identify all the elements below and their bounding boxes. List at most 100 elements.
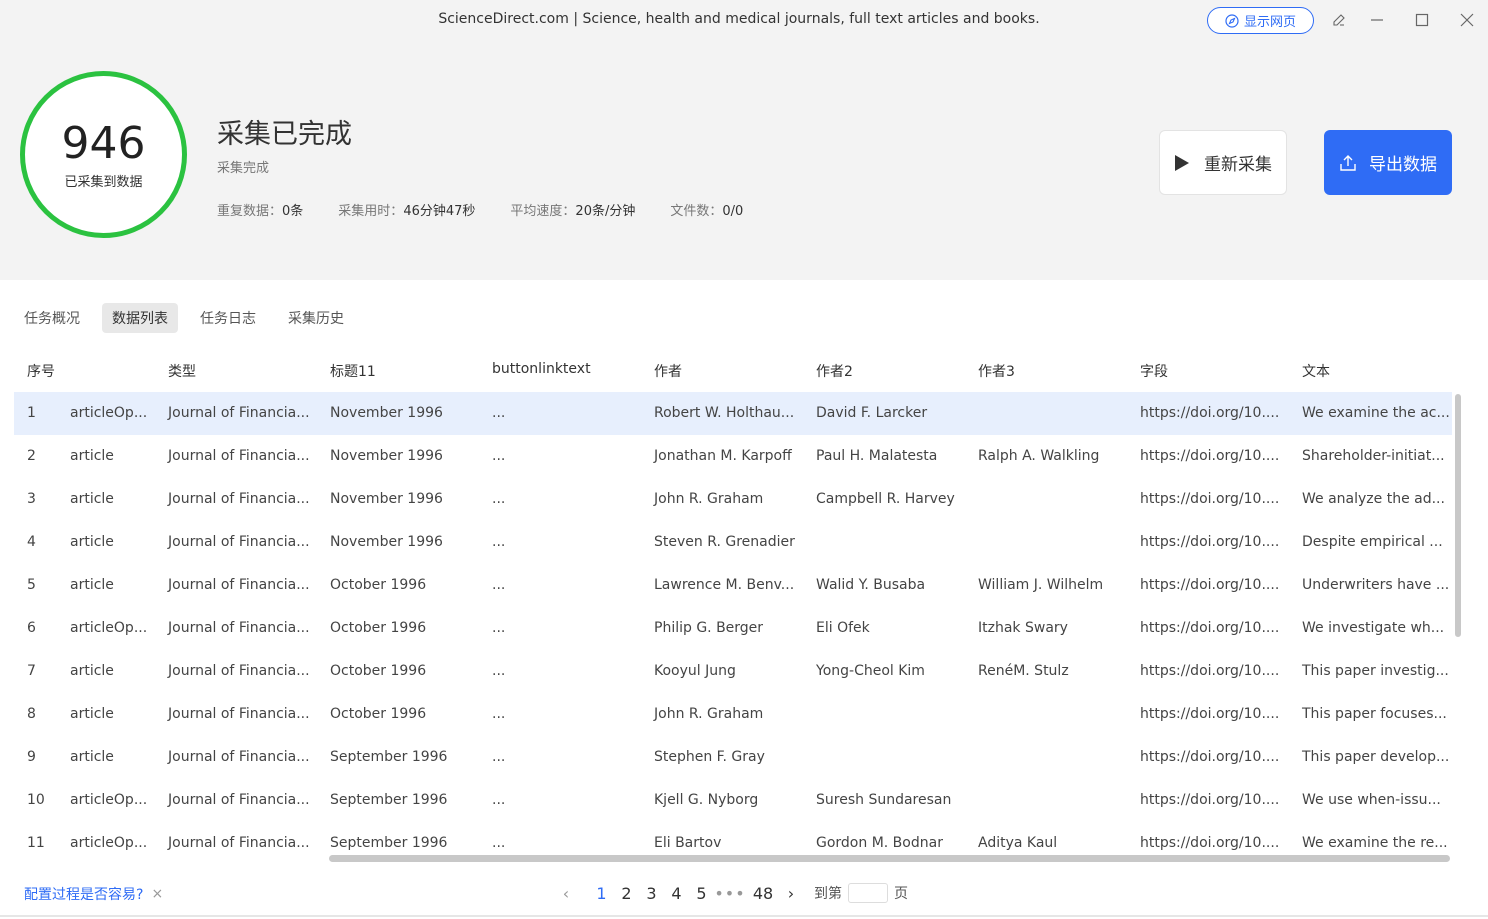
cell-type: articleOp...: [70, 792, 148, 808]
cell-journal: Journal of Financia...: [168, 835, 310, 851]
prev-page-button[interactable]: ‹: [555, 884, 577, 903]
cell-date: September 1996: [330, 749, 448, 765]
cell-text: We use when-issu...: [1302, 792, 1441, 808]
cell-text: We examine the ac...: [1302, 405, 1450, 421]
table-row[interactable]: 7 article Journal of Financia... October 19…: [14, 650, 1452, 693]
cell-text: Underwriters have ...: [1302, 577, 1450, 593]
cell-index: 2: [27, 448, 36, 464]
cell-field: https://doi.org/10....: [1140, 620, 1280, 636]
page-2[interactable]: 2: [614, 884, 639, 903]
page-1[interactable]: 1: [589, 884, 614, 903]
restart-button[interactable]: 重新采集: [1159, 130, 1287, 195]
show-web-button[interactable]: 显示网页: [1207, 7, 1314, 34]
cell-index: 9: [27, 749, 36, 765]
cell-type: article: [70, 706, 114, 722]
header-title11[interactable]: 标题11: [330, 361, 376, 381]
goto-page-input[interactable]: [848, 883, 888, 903]
page-5[interactable]: 5: [689, 884, 714, 903]
tab-data-list[interactable]: 数据列表: [102, 303, 178, 333]
cell-author: Jonathan M. Karpoff: [654, 448, 792, 464]
cell-journal: Journal of Financia...: [168, 663, 310, 679]
pagination: ‹ 1 2 3 4 5 ••• 48 › 到第 页: [555, 882, 908, 904]
page-4[interactable]: 4: [664, 884, 689, 903]
cell-buttonlinktext: ...: [492, 448, 506, 464]
cell-type: article: [70, 534, 114, 550]
edit-icon[interactable]: [1329, 10, 1349, 30]
cell-index: 1: [27, 405, 36, 421]
table-row[interactable]: 9 article Journal of Financia... September …: [14, 736, 1452, 779]
cell-journal: Journal of Financia...: [168, 706, 310, 722]
stat-duration: 采集用时：46分钟47秒: [338, 204, 476, 219]
cell-buttonlinktext: ...: [492, 835, 506, 851]
header-type[interactable]: 类型: [168, 361, 196, 381]
cell-author2: Gordon M. Bodnar: [816, 835, 943, 851]
upload-icon: [1340, 154, 1356, 171]
feedback-close-icon[interactable]: ×: [151, 886, 163, 902]
cell-date: October 1996: [330, 706, 427, 722]
header-author[interactable]: 作者: [654, 361, 682, 381]
table-row[interactable]: 1 articleOp... Journal of Financia... Novem…: [14, 392, 1452, 435]
table-row[interactable]: 4 article Journal of Financia... November 1…: [14, 521, 1452, 564]
vertical-scrollbar[interactable]: [1455, 394, 1461, 637]
header-index[interactable]: 序号: [27, 361, 55, 381]
cell-index: 7: [27, 663, 36, 679]
compass-icon: [1225, 13, 1239, 28]
tab-history[interactable]: 采集历史: [278, 303, 354, 333]
cell-author2: Campbell R. Harvey: [816, 491, 955, 507]
page-last[interactable]: 48: [746, 884, 780, 903]
tab-overview[interactable]: 任务概况: [14, 303, 90, 333]
table-row[interactable]: 3 article Journal of Financia... November 1…: [14, 478, 1452, 521]
close-icon[interactable]: [1457, 10, 1477, 30]
header-field[interactable]: 字段: [1140, 361, 1168, 381]
cell-field: https://doi.org/10....: [1140, 792, 1280, 808]
cell-field: https://doi.org/10....: [1140, 405, 1280, 421]
next-page-button[interactable]: ›: [780, 884, 802, 903]
table-row[interactable]: 6 articleOp... Journal of Financia... Octob…: [14, 607, 1452, 650]
stat-speed: 平均速度：20条/分钟: [510, 204, 636, 219]
table-row[interactable]: 8 article Journal of Financia... October 19…: [14, 693, 1452, 736]
cell-field: https://doi.org/10....: [1140, 706, 1280, 722]
cell-journal: Journal of Financia...: [168, 534, 310, 550]
cell-journal: Journal of Financia...: [168, 448, 310, 464]
cell-buttonlinktext: ...: [492, 663, 506, 679]
table-row[interactable]: 10 articleOp... Journal of Financia... Sept…: [14, 779, 1452, 822]
horizontal-scrollbar[interactable]: [329, 855, 1450, 862]
feedback-link[interactable]: 配置过程是否容易?: [24, 884, 143, 904]
header-author2[interactable]: 作者2: [816, 361, 853, 381]
cell-journal: Journal of Financia...: [168, 577, 310, 593]
tab-log[interactable]: 任务日志: [190, 303, 266, 333]
page-ellipsis[interactable]: •••: [714, 884, 746, 903]
table-row[interactable]: 5 article Journal of Financia... October 19…: [14, 564, 1452, 607]
export-button[interactable]: 导出数据: [1324, 130, 1452, 195]
cell-field: https://doi.org/10....: [1140, 835, 1280, 851]
cell-text: Shareholder-initiat...: [1302, 448, 1445, 464]
collected-count-caption: 已采集到数据: [64, 175, 143, 190]
restart-label: 重新采集: [1204, 155, 1272, 175]
cell-buttonlinktext: ...: [492, 405, 506, 421]
header-text[interactable]: 文本: [1302, 361, 1330, 381]
cell-author: Kooyul Jung: [654, 663, 736, 679]
cell-buttonlinktext: ...: [492, 620, 506, 636]
minimize-icon[interactable]: [1367, 10, 1387, 30]
page-3[interactable]: 3: [639, 884, 664, 903]
header-buttonlinktext[interactable]: buttonlinktext: [492, 361, 591, 377]
cell-date: October 1996: [330, 663, 427, 679]
stat-files: 文件数：0/0: [670, 204, 744, 219]
cell-date: October 1996: [330, 577, 427, 593]
cell-date: November 1996: [330, 405, 443, 421]
cell-author2: Yong-Cheol Kim: [816, 663, 925, 679]
table-row[interactable]: 2 article Journal of Financia... November 1…: [14, 435, 1452, 478]
cell-buttonlinktext: ...: [492, 491, 506, 507]
goto-suffix: 页: [894, 886, 908, 902]
cell-text: Despite empirical ...: [1302, 534, 1443, 550]
show-web-label: 显示网页: [1243, 15, 1296, 30]
cell-author: Robert W. Holthau...: [654, 405, 795, 421]
footer-divider: [0, 915, 1488, 917]
cell-journal: Journal of Financia...: [168, 491, 310, 507]
cell-text: We examine the re...: [1302, 835, 1448, 851]
cell-field: https://doi.org/10....: [1140, 491, 1280, 507]
header-author3[interactable]: 作者3: [978, 361, 1015, 381]
cell-journal: Journal of Financia...: [168, 620, 310, 636]
goto-page: 到第 页: [814, 883, 908, 903]
maximize-icon[interactable]: [1412, 10, 1432, 30]
